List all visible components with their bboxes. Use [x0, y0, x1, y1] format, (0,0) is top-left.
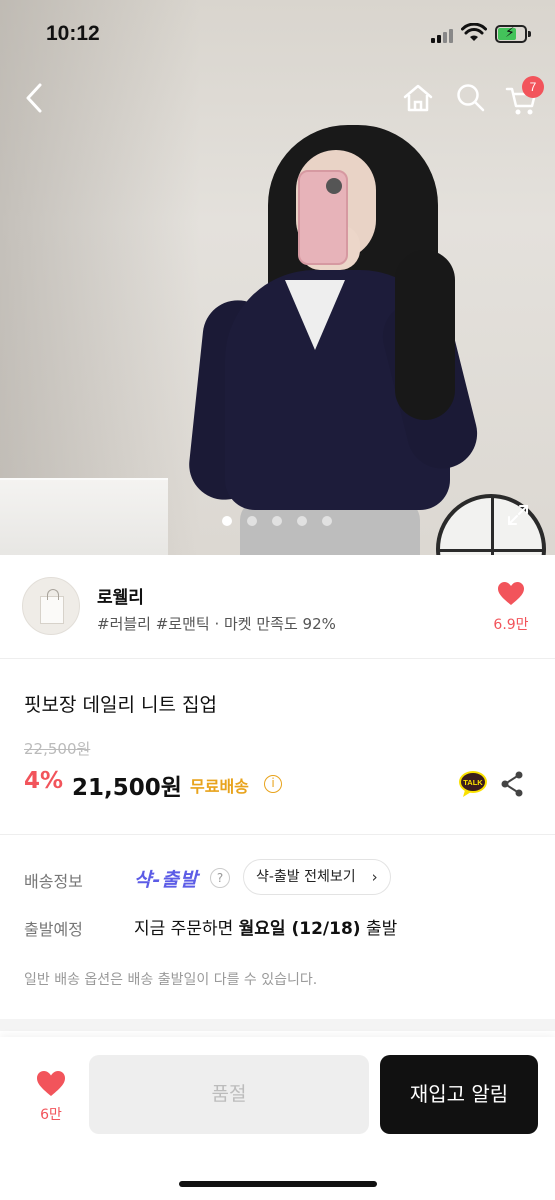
carousel-dot[interactable] — [222, 516, 232, 526]
departure-label: 출발예정 — [24, 920, 83, 939]
expand-icon[interactable] — [506, 503, 530, 527]
battery-icon: ⚡ — [495, 25, 531, 43]
product-title: 핏보장 데일리 니트 집업 — [24, 694, 217, 716]
signal-icon — [431, 27, 455, 43]
departure-info: 지금 주문하면 월요일 (12/18) 출발 — [134, 914, 397, 939]
search-icon[interactable] — [455, 82, 485, 114]
original-price: 22,500원 — [24, 740, 91, 758]
carousel-dot[interactable] — [247, 516, 257, 526]
kakao-talk-icon[interactable]: TALK — [458, 770, 488, 798]
section-separator — [0, 1019, 555, 1031]
seller-row[interactable]: 로웰리 #러블리 #로맨틱 · 마켓 만족도 92% 6.9만 — [0, 555, 555, 659]
heart-icon[interactable] — [497, 581, 525, 607]
seller-avatar[interactable] — [22, 577, 80, 635]
discount-rate: 4% — [24, 768, 64, 794]
chevron-right-icon: › — [371, 868, 378, 886]
photo-phone — [298, 170, 348, 265]
departure-prefix: 지금 주문하면 — [134, 919, 239, 939]
share-icon[interactable] — [500, 771, 524, 797]
back-arrow-icon[interactable] — [20, 80, 50, 116]
seller-tags: #러블리 #로맨틱 · 마켓 만족도 92% — [97, 615, 336, 633]
help-icon[interactable]: ? — [210, 868, 230, 888]
photo-hair — [395, 250, 455, 420]
kakao-talk-label: TALK — [463, 778, 483, 787]
product-like-count: 6만 — [40, 1107, 62, 1123]
cart-count-badge: 7 — [522, 76, 544, 98]
photo-box — [0, 478, 168, 555]
carousel-dot[interactable] — [297, 516, 307, 526]
departure-day: 월요일 (12/18) — [238, 919, 361, 939]
wifi-icon — [461, 23, 487, 41]
seller-name[interactable]: 로웰리 — [97, 583, 144, 608]
home-icon[interactable] — [402, 82, 434, 114]
sale-price: 21,500원 — [72, 775, 182, 801]
seller-like-count: 6.9만 — [493, 617, 529, 633]
status-time: 10:12 — [46, 22, 100, 45]
shak-view-all-label: 샥-출발 전체보기 — [256, 869, 356, 885]
info-icon[interactable]: i — [264, 775, 282, 793]
free-shipping-label: 무료배송 — [190, 777, 249, 796]
carousel-dot[interactable] — [272, 516, 282, 526]
carousel-indicator — [222, 516, 332, 528]
section-divider — [0, 834, 555, 835]
shipping-notice: 일반 배송 옵션은 배송 출발일이 다를 수 있습니다. — [24, 972, 318, 988]
soldout-button[interactable]: 품절 — [89, 1055, 369, 1134]
restock-alert-button[interactable]: 재입고 알림 — [380, 1055, 538, 1134]
status-bar: 10:12 ⚡ — [0, 0, 555, 68]
departure-suffix: 출발 — [360, 919, 398, 939]
home-indicator — [179, 1181, 377, 1187]
shak-view-all-button[interactable]: 샥-출발 전체보기 › — [243, 859, 391, 895]
heart-icon[interactable] — [36, 1070, 66, 1098]
carousel-dot[interactable] — [322, 516, 332, 526]
shak-departure-logo: 샥-출발 — [134, 869, 199, 891]
shipping-info-label: 배송정보 — [24, 872, 83, 891]
